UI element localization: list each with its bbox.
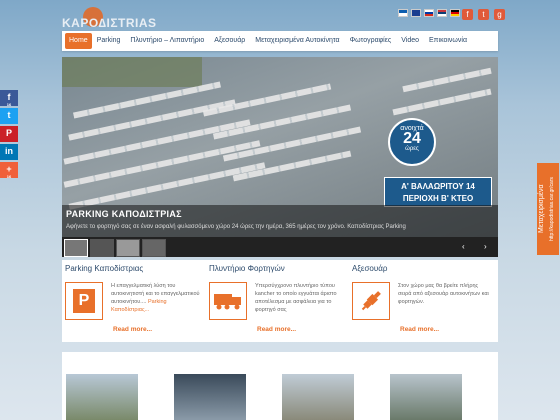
feature-text: Υπερσύγχρονο πλυντήριο τύπου kancher το … — [255, 283, 337, 313]
slider-trees — [62, 57, 202, 87]
twitter-icon[interactable]: t — [478, 9, 489, 20]
share-count: 16 — [6, 174, 12, 179]
gallery-image[interactable] — [174, 374, 246, 420]
flag-icon[interactable] — [437, 9, 447, 17]
parking-icon: P — [65, 282, 103, 320]
nav-parking[interactable]: Parking — [92, 31, 126, 51]
feature-text: Η επαγγελματική λύση του αυτοκινητιστή κ… — [111, 283, 200, 313]
slider-caption: PARKING ΚΑΠΟΔΙΣΤΡΙΑΣ Αφήνετε το φορτηγό … — [62, 205, 498, 237]
thumbnail[interactable] — [64, 239, 88, 257]
google-plus-icon[interactable]: g — [494, 9, 505, 20]
nav-photos[interactable]: Φωτογραφίες — [345, 31, 397, 51]
main-nav: Home Parking Πλυντήριο – Λιπαντήριο Αξεσ… — [62, 31, 498, 51]
flag-icon[interactable] — [411, 9, 421, 17]
flag-icon[interactable] — [398, 9, 408, 17]
badge-line3: ώρες — [405, 146, 419, 152]
thumbnail[interactable] — [116, 239, 140, 257]
address-box: Α' ΒΑΛΑΩΡΙΤΟΥ 14 ΠΕΡΙΟΧΗ Β' ΚΤΕΟ — [384, 177, 492, 207]
flag-icon[interactable] — [424, 9, 434, 17]
thumb-next-icon[interactable]: › — [484, 242, 492, 252]
share-bar: f 16 t P in + 16 — [0, 90, 18, 179]
facebook-share-button[interactable]: f 16 — [0, 90, 18, 107]
slider-thumbnails — [62, 237, 498, 257]
feature-accessories: Αξεσουάρ Στον χώρο μας θα βρείτε πλήρης … — [352, 264, 489, 333]
more-share-button[interactable]: + 16 — [0, 162, 18, 179]
used-cars-tab-title: Μεταχειρισμένα — [538, 184, 545, 234]
share-count: 16 — [6, 102, 12, 107]
facebook-icon: f — [7, 92, 11, 102]
nav-wash[interactable]: Πλυντήριο – Λιπαντήριο — [125, 31, 209, 51]
caption-text: Αφήνετε το φορτηγό σας σε έναν ασφαλή φυ… — [66, 224, 406, 230]
gallery-image[interactable] — [66, 374, 138, 420]
thumb-prev-icon[interactable]: ‹ — [462, 242, 470, 252]
twitter-share-button[interactable]: t — [0, 108, 18, 124]
nav-video[interactable]: Video — [396, 31, 424, 51]
feature-title: Αξεσουάρ — [352, 264, 388, 273]
site-logo[interactable]: KAPO∆ΙΣTRIAS — [62, 6, 156, 32]
address-line2: ΠΕΡΙΟΧΗ Β' ΚΤΕΟ — [402, 194, 474, 203]
feature-title: Parking Καποδίστριας — [65, 264, 144, 273]
language-flags — [398, 9, 460, 17]
facebook-icon[interactable]: f — [462, 9, 473, 20]
used-cars-tab-url: http://kapodistrias.car.gr/cars — [549, 177, 555, 241]
address-line1: Α' ΒΑΛΑΩΡΙΤΟΥ 14 — [401, 182, 475, 191]
plus-icon: + — [6, 164, 12, 174]
feature-text: Στον χώρο μας θα βρείτε πλήρης σειρά από… — [398, 283, 489, 305]
twitter-icon: t — [7, 110, 11, 120]
features-section: Parking Καποδίστριας P Η επαγγελματική λ… — [62, 260, 498, 342]
flag-icon[interactable] — [450, 9, 460, 17]
read-more-link[interactable]: Read more... — [400, 326, 439, 333]
pinterest-share-button[interactable]: P — [0, 126, 18, 142]
feature-title: Πλυντήριο Φορτηγών — [209, 264, 285, 273]
gallery-image[interactable] — [390, 374, 462, 420]
nav-contact[interactable]: Επικοινωνία — [424, 31, 472, 51]
nav-home[interactable]: Home — [65, 33, 92, 49]
feature-parking: Parking Καποδίστριας P Η επαγγελματική λ… — [65, 264, 200, 333]
read-more-link[interactable]: Read more... — [113, 326, 152, 333]
feature-wash: Πλυντήριο Φορτηγών Υπερσύγχρονο πλυντήρι… — [209, 264, 339, 333]
nav-accessories[interactable]: Αξεσουάρ — [209, 31, 250, 51]
linkedin-icon: in — [5, 146, 13, 156]
caption-title: PARKING ΚΑΠΟΔΙΣΤΡΙΑΣ — [66, 209, 182, 219]
truck-icon — [209, 282, 247, 320]
used-cars-tab[interactable]: Μεταχειρισμένα http://kapodistrias.car.g… — [537, 163, 559, 255]
nav-used-cars[interactable]: Μεταχειρισμένα Αυτοκίνητα — [250, 31, 344, 51]
thumbnail[interactable] — [142, 239, 166, 257]
social-links: f t g — [462, 9, 505, 20]
spark-plug-icon — [352, 282, 390, 320]
linkedin-share-button[interactable]: in — [0, 144, 18, 160]
pinterest-icon: P — [5, 128, 12, 138]
badge-line2: 24 — [403, 130, 421, 147]
logo-text: KAPO∆ΙΣTRIAS — [62, 16, 157, 30]
open-24h-badge: ανοιχτά 24 ώρες — [388, 118, 436, 166]
photo-gallery — [62, 352, 498, 420]
thumbnail[interactable] — [90, 239, 114, 257]
read-more-link[interactable]: Read more... — [257, 326, 296, 333]
gallery-image[interactable] — [282, 374, 354, 420]
